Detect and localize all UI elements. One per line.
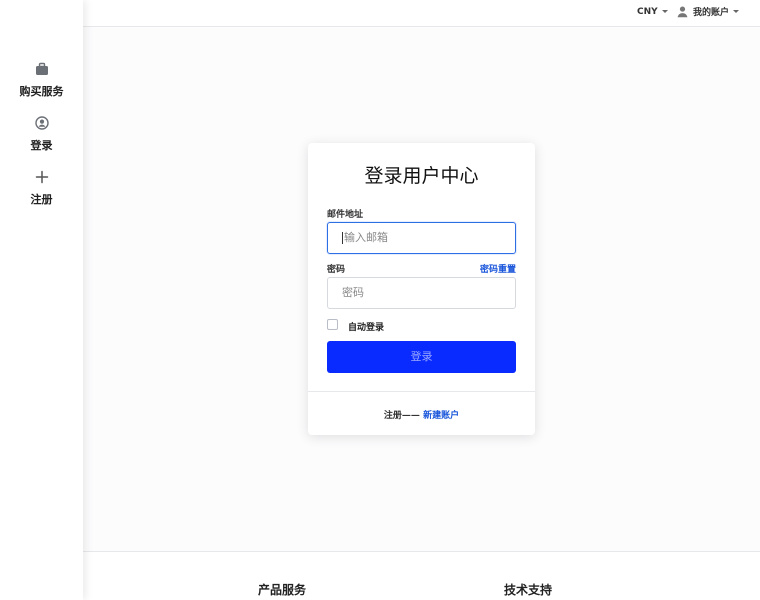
account-menu[interactable]: 我的账户 — [676, 5, 740, 18]
user-circle-icon — [34, 116, 49, 130]
chevron-down-icon — [733, 10, 740, 13]
plus-icon — [35, 170, 48, 184]
password-label: 密码 — [327, 265, 346, 275]
auto-login-label: 自动登录 — [348, 323, 385, 333]
new-account-link[interactable]: 新建账户 — [423, 411, 459, 421]
sidebar-item-label: 注册 — [30, 193, 53, 206]
footer: 产品服务 技术支持 — [83, 551, 760, 600]
auto-login-checkbox[interactable] — [327, 319, 338, 330]
password-field[interactable]: 密码 — [327, 277, 516, 309]
email-placeholder: 输入邮箱 — [344, 231, 388, 244]
email-label: 邮件地址 — [327, 210, 364, 220]
sidebar-item-label: 购买服务 — [19, 85, 64, 98]
email-field[interactable]: 输入邮箱 — [327, 222, 516, 254]
account-label: 我的账户 — [693, 8, 730, 18]
footer-heading-products: 产品服务 — [258, 583, 307, 597]
sidebar: 购买服务 登录 注册 — [0, 0, 83, 600]
sidebar-item-register[interactable]: 注册 — [0, 169, 83, 207]
password-reset-link[interactable]: 密码重置 — [480, 262, 516, 275]
currency-label: CNY — [637, 7, 658, 17]
register-prompt: 注册—— 新建账户 — [308, 408, 535, 421]
sidebar-item-login[interactable]: 登录 — [0, 115, 83, 153]
register-prefix: 注册—— — [383, 411, 424, 421]
chevron-down-icon — [661, 10, 668, 13]
briefcase-icon — [35, 62, 48, 75]
text-cursor — [342, 232, 343, 244]
user-icon — [677, 6, 688, 18]
login-card: 登录用户中心 邮件地址 输入邮箱 密码 密码重置 密码 自动登录 登录 注册——… — [308, 143, 535, 435]
footer-heading-support: 技术支持 — [504, 583, 553, 597]
page-title: 登录用户中心 — [364, 165, 479, 187]
login-button[interactable]: 登录 — [327, 341, 516, 373]
sidebar-item-buy-service[interactable]: 购买服务 — [0, 61, 83, 99]
currency-selector[interactable]: CNY — [637, 7, 668, 17]
sidebar-item-label: 登录 — [30, 139, 53, 152]
password-placeholder: 密码 — [342, 286, 364, 299]
divider — [308, 391, 535, 392]
